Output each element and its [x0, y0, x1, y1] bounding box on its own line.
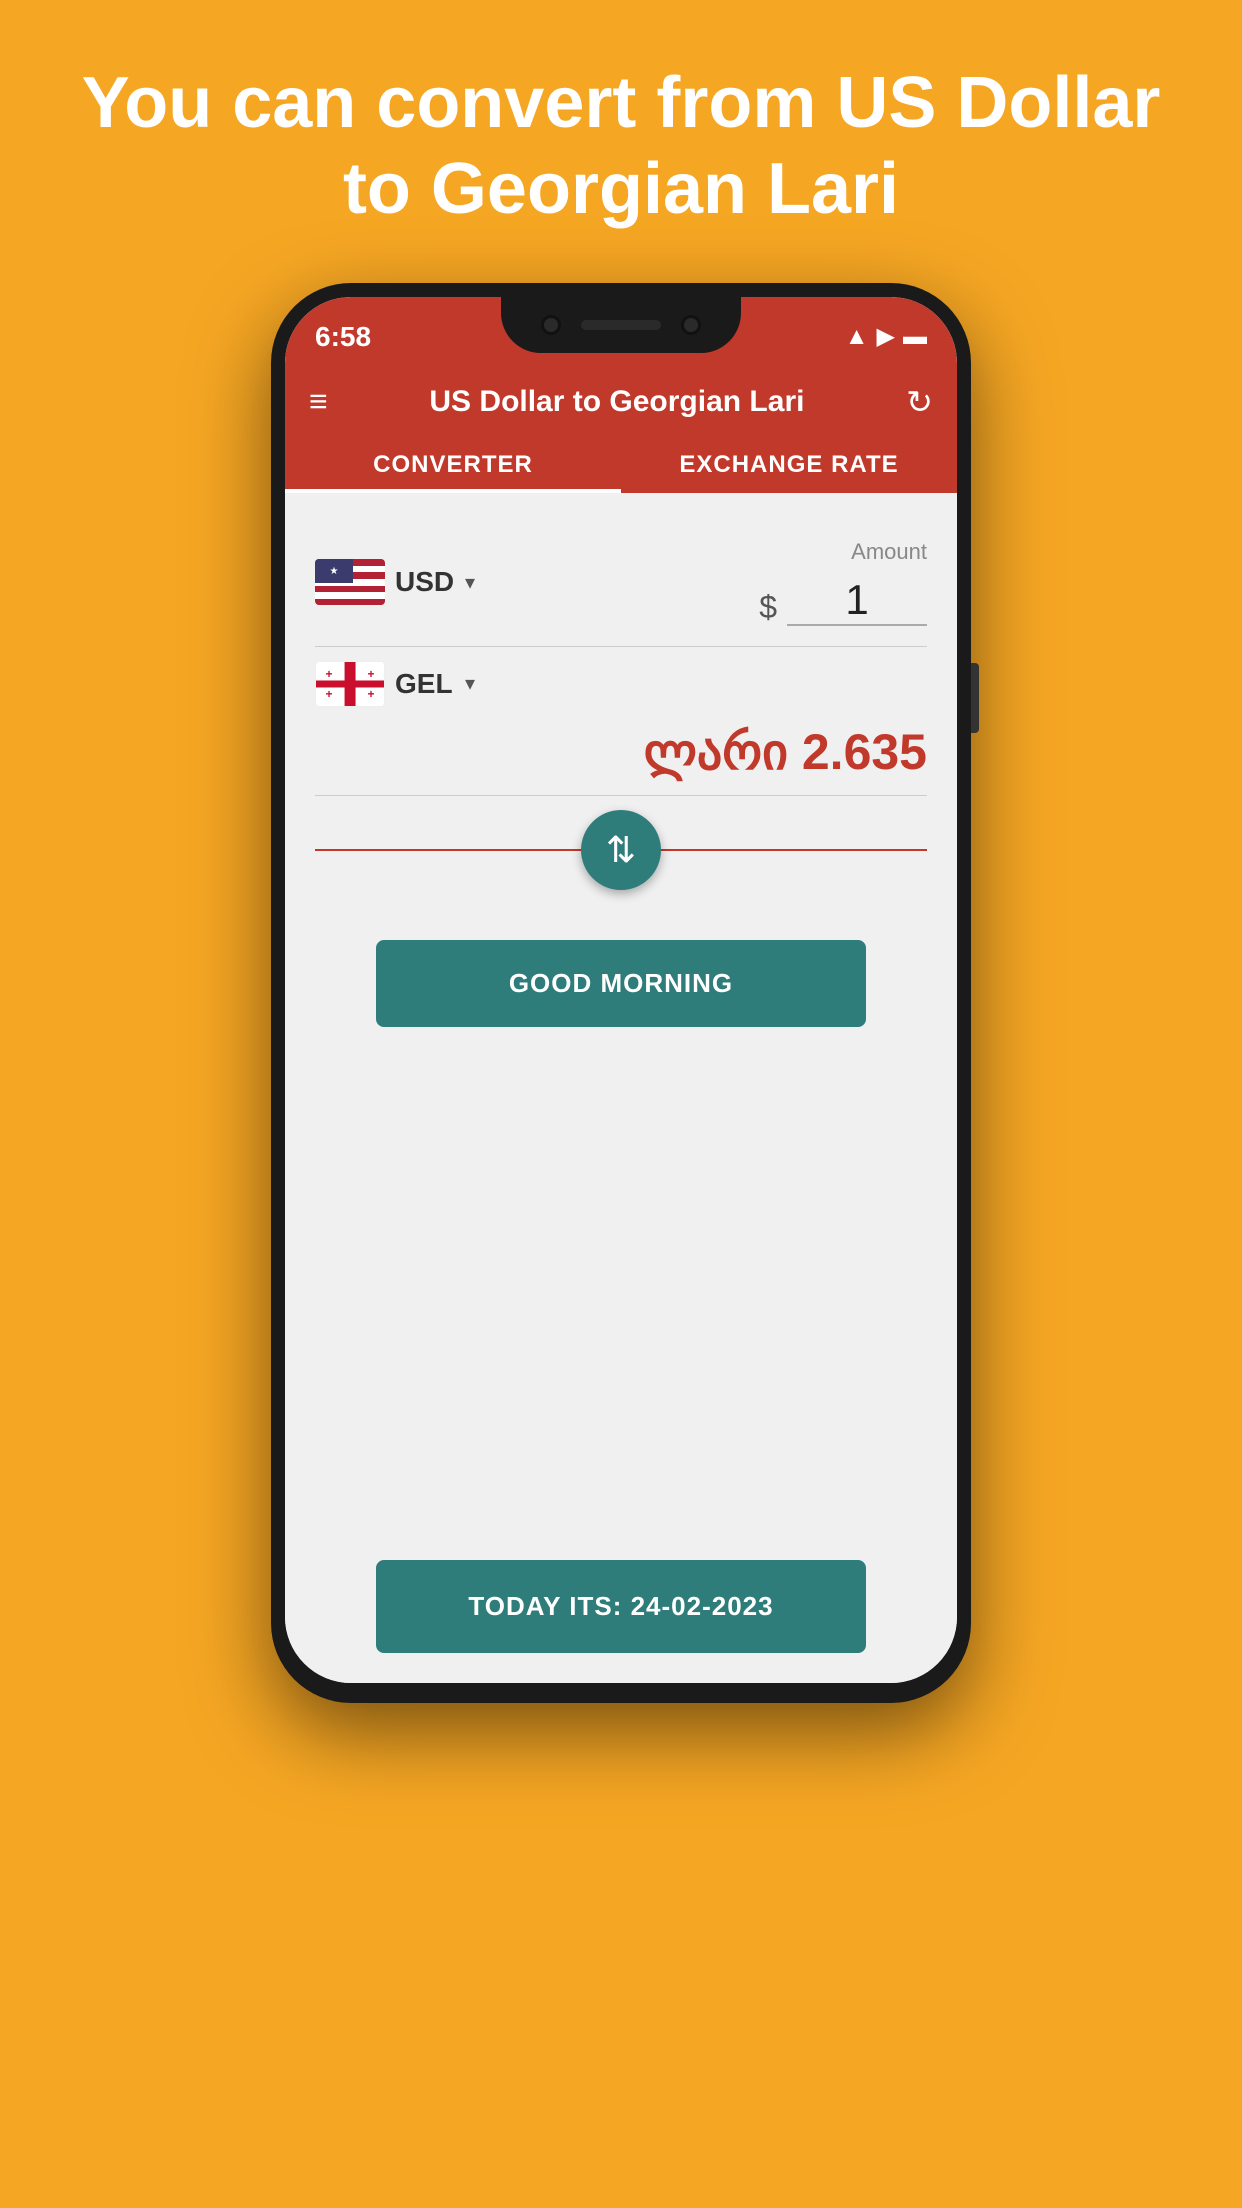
greeting-button[interactable]: GOOD MORNING: [376, 940, 866, 1027]
promo-section: You can convert from US Dollar to Georgi…: [0, 0, 1242, 273]
to-currency-dropdown[interactable]: ▾: [465, 671, 475, 696]
gel-flag-icon: + + + +: [315, 661, 385, 707]
amount-label: Amount: [851, 539, 927, 565]
separator-1: [315, 646, 927, 647]
to-currency-code: GEL: [395, 668, 455, 700]
gel-cross-container: + + + +: [316, 662, 384, 706]
from-currency-right: Amount $: [487, 539, 927, 626]
notch-speaker: [581, 320, 661, 330]
status-icons: ▲ ▶ ▬: [845, 322, 927, 351]
gel-small-cross-tl: +: [326, 667, 333, 681]
from-currency-row: ★ USD ▾ Amount $: [315, 523, 927, 642]
tabs: CONVERTER EXCHANGE RATE: [285, 437, 957, 493]
app-bar: ≡ US Dollar to Georgian Lari ↻: [285, 367, 957, 437]
from-currency-code: USD: [395, 566, 455, 598]
gel-small-cross-br: +: [367, 687, 374, 701]
swap-icon: ⇅: [606, 829, 636, 871]
phone-shell: 6:58 ▲ ▶ ▬ ≡ US Dollar to Georgian Lari …: [271, 283, 971, 1703]
wifi-icon: ▲: [845, 323, 869, 351]
gel-small-cross-bl: +: [326, 687, 333, 701]
gel-cross-vertical: [345, 662, 356, 706]
amount-input-row: $: [759, 569, 927, 626]
screen-content: ★ USD ▾ Amount $: [285, 493, 957, 1683]
us-flag-star: ★: [330, 566, 339, 577]
side-button-right: [971, 663, 979, 733]
converted-amount: ლარი 2.635: [315, 723, 927, 781]
battery-icon: ▬: [903, 323, 927, 351]
status-bar: 6:58 ▲ ▶ ▬: [285, 297, 957, 367]
from-currency-left: ★ USD ▾: [315, 559, 475, 605]
refresh-icon[interactable]: ↻: [906, 383, 933, 421]
app-title: US Dollar to Georgian Lari: [429, 385, 804, 419]
tab-converter[interactable]: CONVERTER: [285, 437, 621, 493]
to-currency-left: + + + + GEL ▾: [315, 661, 475, 707]
to-currency-row: + + + + GEL ▾: [315, 651, 927, 717]
gel-small-cross-tr: +: [367, 667, 374, 681]
divider-row: ⇅: [315, 810, 927, 890]
phone-screen: 6:58 ▲ ▶ ▬ ≡ US Dollar to Georgian Lari …: [285, 297, 957, 1683]
swap-button[interactable]: ⇅: [581, 810, 661, 890]
signal-icon: ▶: [877, 322, 895, 351]
from-currency-symbol: $: [759, 589, 777, 626]
separator-2: [315, 795, 927, 796]
us-flag-icon: ★: [315, 559, 385, 605]
date-button[interactable]: TODAY ITS: 24-02-2023: [376, 1560, 866, 1653]
notch-camera: [541, 315, 561, 335]
from-currency-dropdown[interactable]: ▾: [465, 570, 475, 595]
notch: [501, 297, 741, 353]
us-flag-canton: ★: [315, 559, 353, 583]
status-time: 6:58: [315, 321, 371, 353]
promo-text: You can convert from US Dollar to Georgi…: [0, 0, 1242, 273]
tab-exchange-rate[interactable]: EXCHANGE RATE: [621, 437, 957, 493]
amount-input[interactable]: [787, 576, 927, 626]
menu-icon[interactable]: ≡: [309, 383, 328, 420]
phone-wrapper: 6:58 ▲ ▶ ▬ ≡ US Dollar to Georgian Lari …: [261, 283, 981, 2208]
notch-camera-2: [681, 315, 701, 335]
